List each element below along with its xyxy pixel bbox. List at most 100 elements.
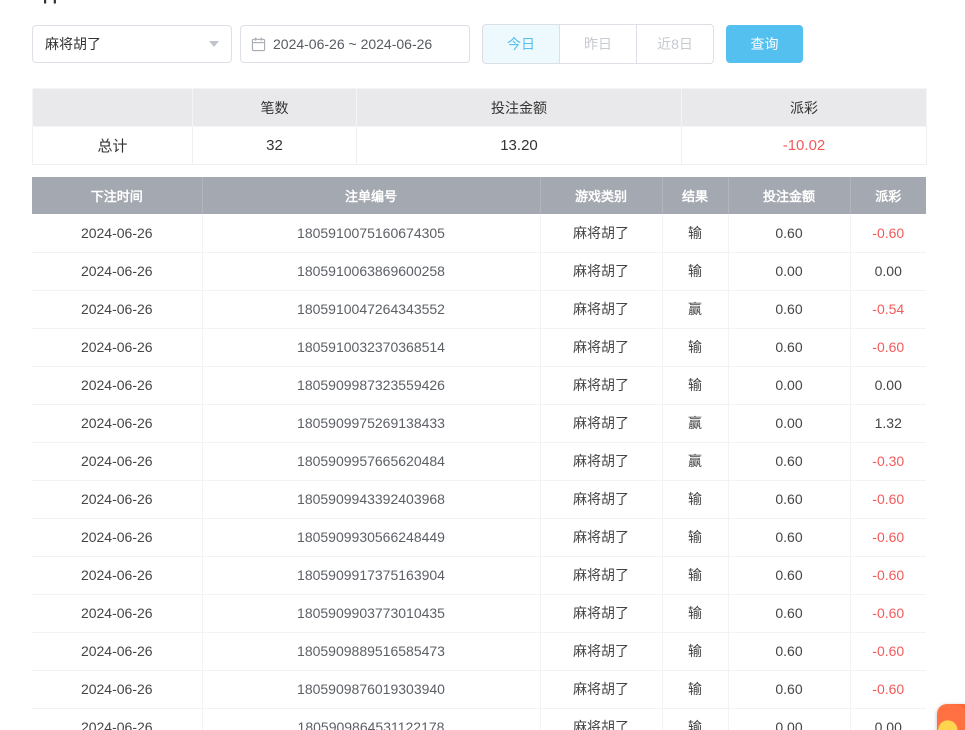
summary-header-bet-amount: 投注金额 [357,89,682,127]
column-header: 注单编号 [202,177,540,214]
bet-time-cell: 2024-06-26 [32,442,202,480]
bet-amount-cell: 0.60 [728,290,850,328]
bet-amount-cell: 0.60 [728,328,850,366]
result-cell: 赢 [662,404,728,442]
result-cell: 输 [662,328,728,366]
payout-cell: -0.30 [850,442,926,480]
records-table-body: 2024-06-261805910075160674305麻将胡了输0.60-0… [32,214,926,730]
game-type-cell: 麻将胡了 [540,594,662,632]
column-header: 派彩 [850,177,926,214]
table-row: 2024-06-261805910047264343552麻将胡了赢0.60-0… [32,290,926,328]
bet-time-cell: 2024-06-26 [32,290,202,328]
payout-cell: -0.60 [850,214,926,252]
customer-service-float-icon[interactable] [937,704,965,730]
bet-time-cell: 2024-06-26 [32,518,202,556]
result-cell: 输 [662,708,728,730]
bet-amount-cell: 0.60 [728,442,850,480]
payout-cell: 0.00 [850,708,926,730]
bet-amount-cell: 0.60 [728,670,850,708]
table-row: 2024-06-261805909876019303940麻将胡了输0.60-0… [32,670,926,708]
game-type-cell: 麻将胡了 [540,404,662,442]
game-type-cell: 麻将胡了 [540,252,662,290]
summary-total-label: 总计 [33,127,193,165]
order-id-cell: 1805909903773010435 [202,594,540,632]
result-cell: 赢 [662,290,728,328]
last-8-days-button[interactable]: 近8日 [636,24,714,64]
quick-date-buttons: 今日 昨日 近8日 [482,24,714,64]
payout-cell: -0.60 [850,670,926,708]
game-type-cell: 麻将胡了 [540,328,662,366]
query-button[interactable]: 查询 [726,25,803,63]
bet-amount-cell: 0.60 [728,594,850,632]
summary-total-row: 总计 32 13.20 -10.02 [33,127,927,165]
game-type-cell: 麻将胡了 [540,442,662,480]
bet-amount-cell: 0.60 [728,556,850,594]
table-row: 2024-06-261805909903773010435麻将胡了输0.60-0… [32,594,926,632]
payout-cell: -0.60 [850,480,926,518]
order-id-cell: 1805910075160674305 [202,214,540,252]
summary-payout-value: -10.02 [682,127,927,165]
result-cell: 输 [662,594,728,632]
bet-time-cell: 2024-06-26 [32,328,202,366]
game-type-cell: 麻将胡了 [540,670,662,708]
table-row: 2024-06-261805909987323559426麻将胡了输0.000.… [32,366,926,404]
order-id-cell: 1805909864531122178 [202,708,540,730]
order-id-cell: 1805909930566248449 [202,518,540,556]
summary-header-empty [33,89,193,127]
table-row: 2024-06-261805909975269138433麻将胡了赢0.001.… [32,404,926,442]
summary-header-count: 笔数 [193,89,357,127]
table-row: 2024-06-261805910075160674305麻将胡了输0.60-0… [32,214,926,252]
bet-amount-cell: 0.00 [728,366,850,404]
bet-amount-cell: 0.00 [728,252,850,290]
bet-time-cell: 2024-06-26 [32,214,202,252]
table-row: 2024-06-261805909917375163904麻将胡了输0.60-0… [32,556,926,594]
column-header: 下注时间 [32,177,202,214]
payout-cell: -0.60 [850,632,926,670]
column-header: 游戏类别 [540,177,662,214]
game-type-cell: 麻将胡了 [540,556,662,594]
game-type-cell: 麻将胡了 [540,518,662,556]
game-select-value: 麻将胡了 [45,34,101,54]
bet-time-cell: 2024-06-26 [32,708,202,730]
result-cell: 输 [662,480,728,518]
column-header: 投注金额 [728,177,850,214]
payout-cell: -0.60 [850,518,926,556]
table-row: 2024-06-261805909889516585473麻将胡了输0.60-0… [32,632,926,670]
bet-time-cell: 2024-06-26 [32,632,202,670]
order-id-cell: 1805910063869600258 [202,252,540,290]
chevron-down-icon [209,41,219,47]
game-select[interactable]: 麻将胡了 [32,25,232,63]
column-header: 结果 [662,177,728,214]
yesterday-button[interactable]: 昨日 [559,24,637,64]
betting-records-page: app 麻将胡了 2024-06-26 ~ 2024-06-26 今日 昨日 近… [0,0,965,730]
payout-cell: -0.60 [850,594,926,632]
bet-amount-cell: 0.00 [728,708,850,730]
order-id-cell: 1805909957665620484 [202,442,540,480]
order-id-cell: 1805909943392403968 [202,480,540,518]
result-cell: 输 [662,214,728,252]
table-row: 2024-06-261805909943392403968麻将胡了输0.60-0… [32,480,926,518]
result-cell: 输 [662,366,728,404]
order-id-cell: 1805909889516585473 [202,632,540,670]
game-type-cell: 麻将胡了 [540,214,662,252]
bet-time-cell: 2024-06-26 [32,404,202,442]
order-id-cell: 1805910047264343552 [202,290,540,328]
result-cell: 输 [662,518,728,556]
payout-cell: -0.60 [850,328,926,366]
game-type-cell: 麻将胡了 [540,632,662,670]
bet-time-cell: 2024-06-26 [32,594,202,632]
summary-header-payout: 派彩 [682,89,927,127]
result-cell: 输 [662,632,728,670]
game-type-cell: 麻将胡了 [540,480,662,518]
game-type-cell: 麻将胡了 [540,366,662,404]
summary-count-value: 32 [193,127,357,165]
date-range-input[interactable]: 2024-06-26 ~ 2024-06-26 [240,25,470,63]
bet-time-cell: 2024-06-26 [32,366,202,404]
order-id-cell: 1805909876019303940 [202,670,540,708]
today-button[interactable]: 今日 [482,24,560,64]
game-type-cell: 麻将胡了 [540,708,662,730]
result-cell: 赢 [662,442,728,480]
bet-time-cell: 2024-06-26 [32,670,202,708]
table-row: 2024-06-261805910032370368514麻将胡了输0.60-0… [32,328,926,366]
summary-bet-amount-value: 13.20 [357,127,682,165]
